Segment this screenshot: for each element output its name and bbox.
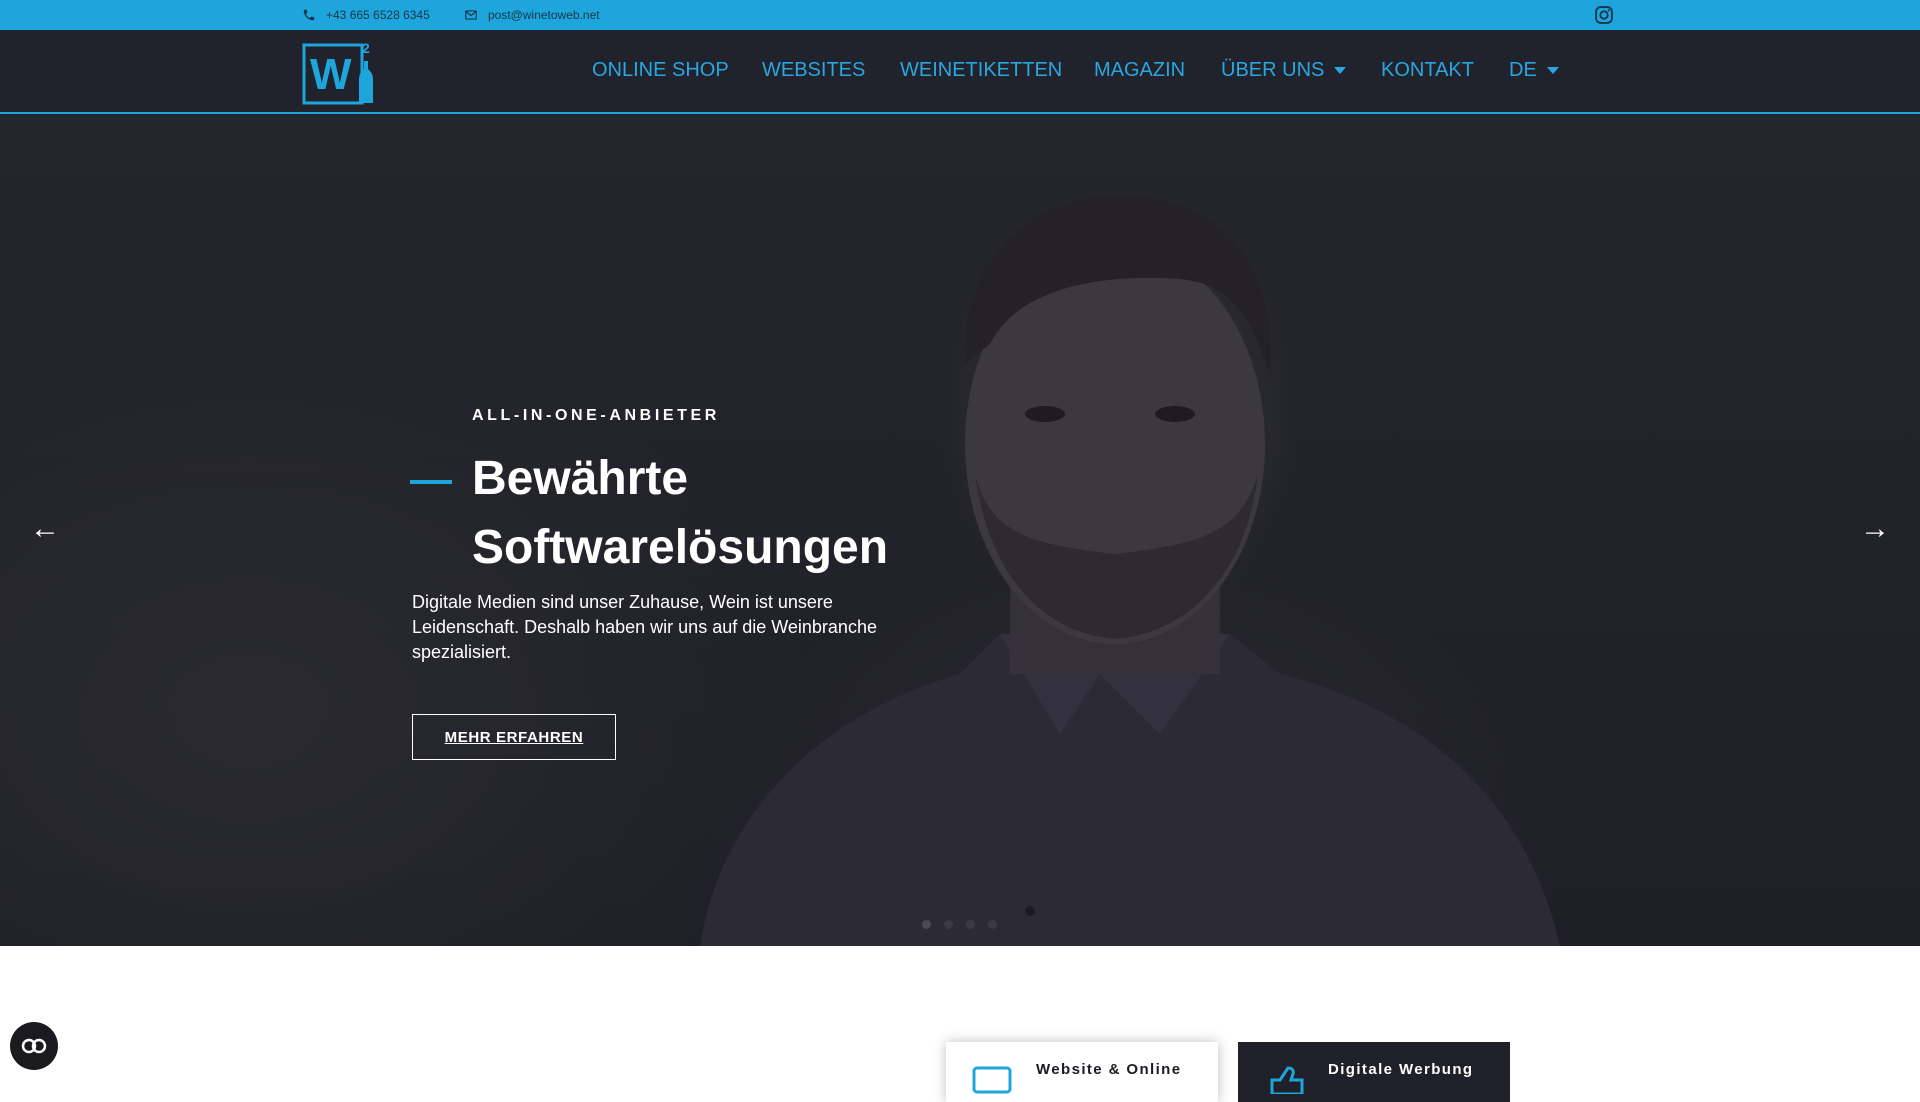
accessibility-button[interactable] bbox=[10, 1022, 58, 1070]
logo-letter: W bbox=[310, 50, 352, 99]
slider-next-arrow[interactable]: → bbox=[1860, 512, 1890, 546]
phone-number: +43 665 6528 6345 bbox=[326, 8, 430, 22]
hero-headline: Bewährte Softwarelösungen bbox=[472, 452, 889, 574]
chevron-down-icon bbox=[1334, 67, 1347, 74]
service-card-label: Digitale Werbung bbox=[1328, 1061, 1474, 1078]
envelope-icon bbox=[465, 10, 477, 20]
nav-label: ÜBER UNS bbox=[1221, 59, 1325, 81]
nav-magazin[interactable]: MAGAZIN bbox=[1094, 59, 1185, 82]
accent-dash bbox=[410, 480, 452, 484]
service-card-label: Website & Online bbox=[1036, 1061, 1182, 1078]
nav-label: WEINETIKETTEN bbox=[900, 59, 1063, 81]
monitor-icon bbox=[972, 1066, 1012, 1094]
nav-online-shop[interactable]: ONLINE SHOP bbox=[592, 59, 729, 82]
email-address: post@winetoweb.net bbox=[488, 8, 600, 22]
hero-eyebrow: ALL-IN-ONE-ANBIETER bbox=[472, 407, 720, 424]
slider-dot[interactable] bbox=[922, 920, 931, 929]
hero-lead-text: Digitale Medien sind unser Zuhause, Wein… bbox=[412, 592, 877, 662]
slider-pagination bbox=[922, 920, 997, 929]
nav-websites[interactable]: WEBSITES bbox=[762, 59, 865, 82]
mehr-erfahren-button[interactable]: MEHR ERFAHREN bbox=[412, 714, 616, 760]
slider-dot[interactable] bbox=[944, 920, 953, 929]
nav-label: ONLINE SHOP bbox=[592, 59, 729, 81]
nav-label: MAGAZIN bbox=[1094, 59, 1186, 81]
chevron-down-icon bbox=[1546, 67, 1559, 74]
service-card-website[interactable]: Website & Online bbox=[946, 1042, 1218, 1102]
phone-icon bbox=[303, 9, 315, 21]
site-header: W 2 ONLINE SHOP WEBSITES WEINETIKETTEN M… bbox=[0, 30, 1920, 114]
nav-kontakt[interactable]: KONTAKT bbox=[1381, 59, 1474, 82]
slider-dot[interactable] bbox=[988, 920, 997, 929]
nav-weinetiketten[interactable]: WEINETIKETTEN bbox=[900, 59, 1062, 82]
slider-prev-arrow[interactable]: ← bbox=[30, 512, 60, 546]
top-contact-bar: +43 665 6528 6345 post@winetoweb.net bbox=[0, 0, 1920, 30]
hero-slider: ← → ALL-IN-ONE-ANBIETER Bewährte Softwar… bbox=[0, 114, 1920, 946]
nav-label: DE bbox=[1509, 59, 1537, 81]
logo-superscript: 2 bbox=[362, 40, 370, 56]
service-card-advertising[interactable]: Digitale Werbung bbox=[1238, 1042, 1510, 1102]
thumbs-up-icon bbox=[1270, 1066, 1304, 1094]
nav-label: WEBSITES bbox=[762, 59, 866, 81]
instagram-icon[interactable] bbox=[1594, 5, 1614, 25]
language-switcher[interactable]: DE bbox=[1509, 59, 1559, 82]
accessibility-icon bbox=[21, 1038, 47, 1054]
email-contact[interactable]: post@winetoweb.net bbox=[464, 0, 600, 30]
nav-ueber-uns[interactable]: ÜBER UNS bbox=[1221, 59, 1347, 82]
nav-label: KONTAKT bbox=[1381, 59, 1474, 81]
slider-dot[interactable] bbox=[966, 920, 975, 929]
site-logo[interactable]: W 2 bbox=[302, 39, 374, 105]
phone-contact[interactable]: +43 665 6528 6345 bbox=[302, 0, 430, 30]
